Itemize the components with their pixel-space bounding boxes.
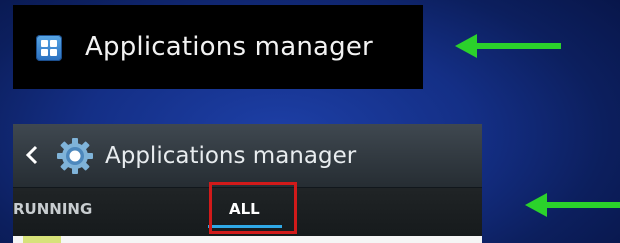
green-arrow-icon-2: [525, 193, 620, 217]
applications-manager-item[interactable]: Applications manager: [13, 5, 423, 89]
applications-grid-icon: [36, 35, 62, 61]
list-item-strip: [13, 236, 482, 243]
app-thumbnail: [23, 236, 61, 243]
green-arrow-icon: [455, 34, 561, 58]
page-title: Applications manager: [105, 143, 357, 169]
applications-manager-label: Applications manager: [85, 32, 373, 62]
action-bar: Applications manager: [13, 124, 482, 188]
highlight-box: [209, 182, 297, 234]
gear-icon: [57, 138, 93, 174]
chevron-left-icon[interactable]: [25, 144, 39, 166]
tab-running[interactable]: RUNNING: [13, 200, 92, 218]
phone-screenshot: Applications manager RUNNING ALL: [13, 124, 482, 243]
